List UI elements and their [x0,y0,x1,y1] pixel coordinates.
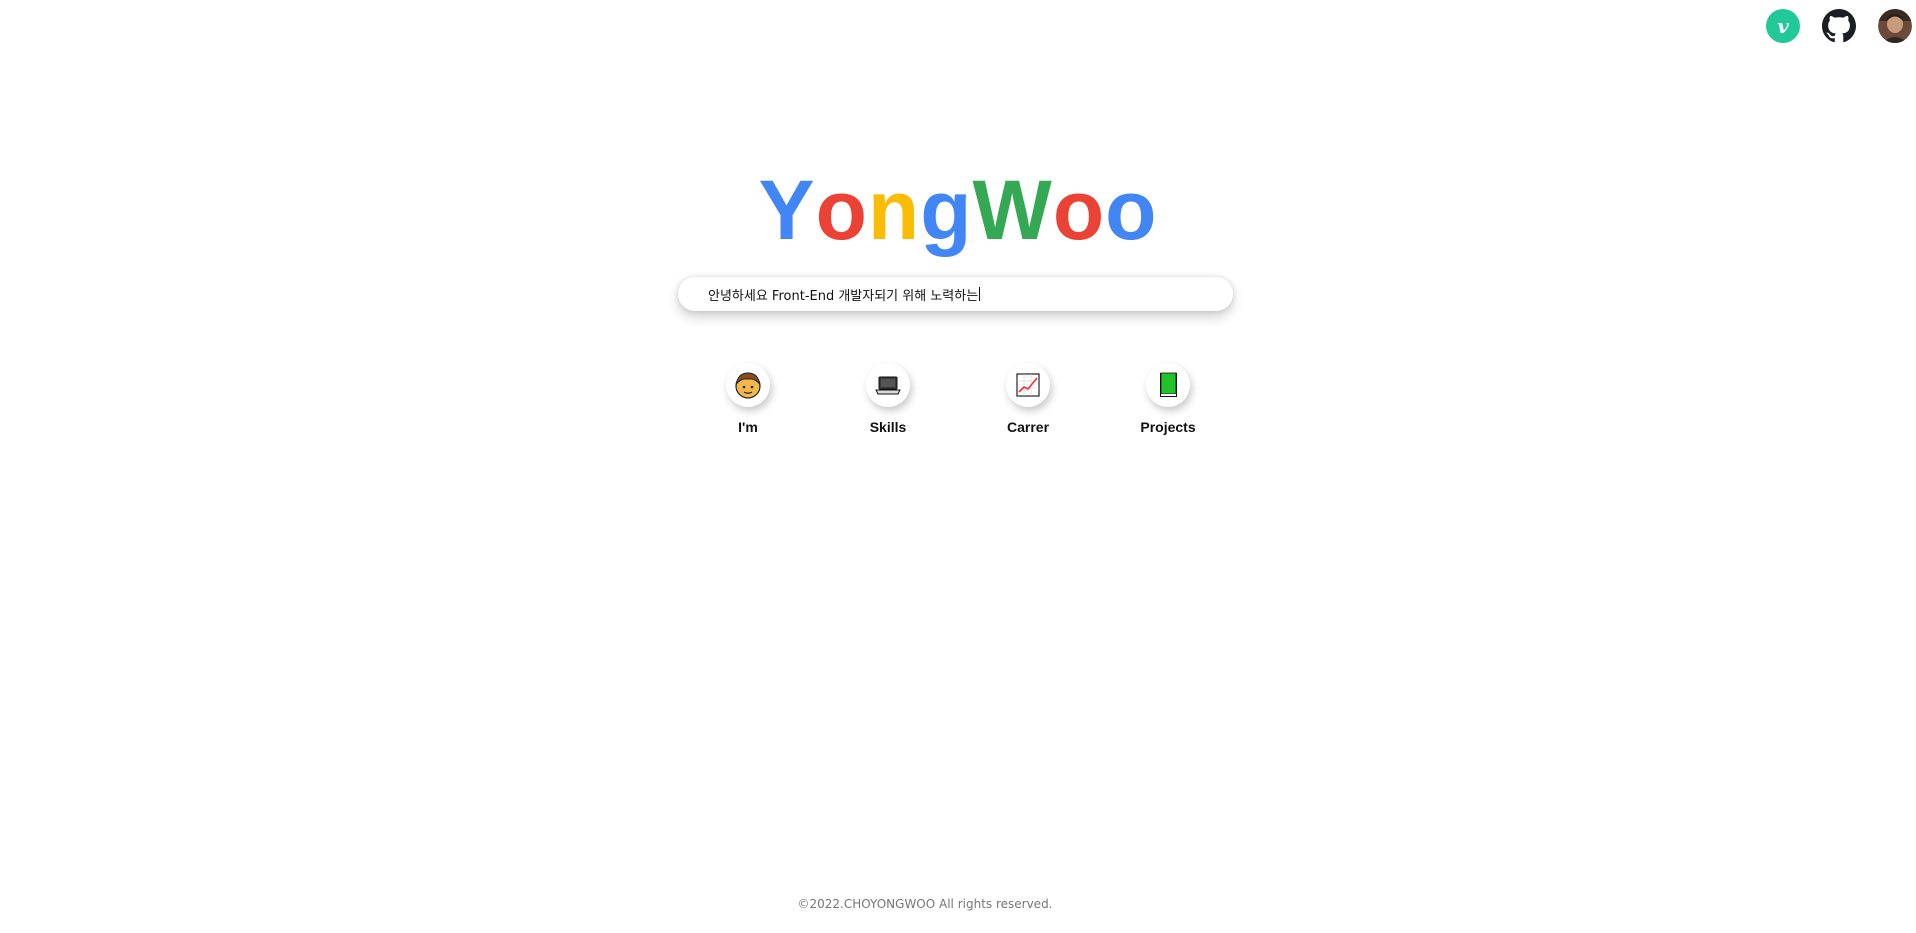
logo-letter: o [815,163,868,257]
logo-letter: g [920,163,973,257]
logo-letter: n [867,163,921,257]
menu-item-carrer[interactable]: Carrer [958,363,1098,435]
intro-search-bar[interactable]: 안녕하세요 Front-End 개발자되기 위해 노력하는 [678,277,1233,311]
profile-avatar[interactable] [1878,9,1912,43]
laptop-icon [875,376,901,395]
text-cursor [979,287,981,301]
shortcut-menu: I'm Skills Carrer Projects [0,363,1916,435]
boy-face-icon [735,372,761,399]
menu-circle [1146,363,1190,407]
logo-letter: o [1105,163,1158,257]
logo-letter: W [972,163,1053,257]
chart-increasing-icon [1016,373,1040,397]
footer-copyright: ©2022.CHOYONGWOO All rights reserved. [797,897,1053,911]
green-book-icon [1160,372,1177,397]
page: v YongWoo 안녕하세요 Front-End 개발자되기 위해 노력하는 [0,0,1916,933]
header-links: v [1744,9,1916,43]
menu-item-skills[interactable]: Skills [818,363,958,435]
menu-circle [1006,363,1050,407]
logo-letter: o [1052,163,1106,257]
menu-item-im[interactable]: I'm [678,363,818,435]
menu-label-skills: Skills [869,419,907,435]
menu-label-im: I'm [738,419,758,435]
velog-glyph: v [1777,14,1789,38]
menu-label-projects: Projects [1140,419,1196,435]
github-logo-icon [1822,9,1856,43]
site-logo: YongWoo [0,163,1916,257]
menu-circle [726,363,770,407]
menu-item-projects[interactable]: Projects [1098,363,1238,435]
avatar-photo-icon [1878,9,1912,43]
logo-letter: Y [758,163,816,257]
typed-intro-text: 안녕하세요 Front-End 개발자되기 위해 노력하는 [708,288,979,304]
velog-icon[interactable]: v [1766,9,1800,43]
menu-circle [866,363,910,407]
menu-label-carrer: Carrer [1006,419,1050,435]
github-icon[interactable] [1822,9,1856,43]
